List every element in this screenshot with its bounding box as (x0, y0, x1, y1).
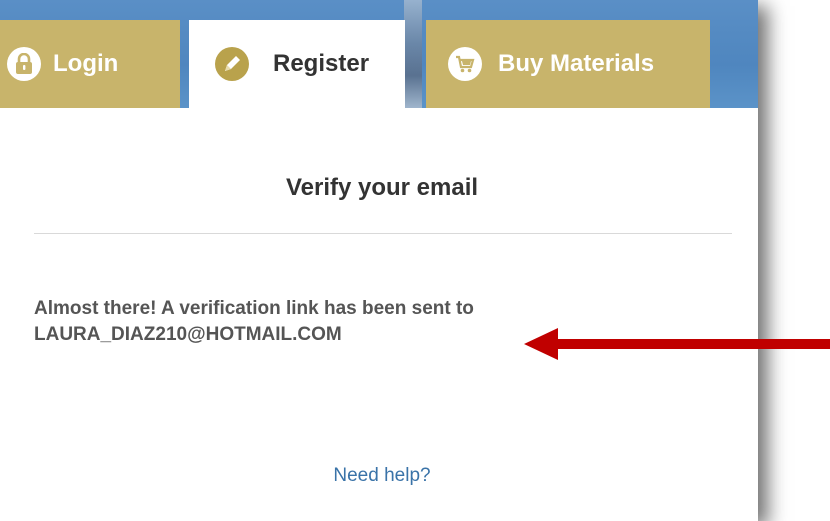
screenshot-stage: Login Register Buy Materials Verify your… (0, 0, 830, 521)
tab-login[interactable]: Login (0, 20, 180, 108)
pencil-icon (215, 47, 249, 81)
verification-email: LAURA_DIAZ210@HOTMAIL.COM (34, 324, 342, 345)
browser-window: Login Register Buy Materials Verify your… (0, 0, 758, 521)
tab-buy-materials-label: Buy Materials (498, 50, 655, 77)
shopping-cart-icon (448, 47, 482, 81)
divider (34, 233, 732, 234)
verification-message: Almost there! A verification link has be… (34, 296, 474, 348)
verification-message-text: Almost there! A verification link has be… (34, 298, 474, 319)
need-help-link[interactable]: Need help? (0, 465, 758, 487)
page-title: Verify your email (285, 174, 479, 201)
lock-icon (7, 47, 41, 81)
tab-register-label: Register (273, 50, 370, 77)
tab-buy-materials[interactable]: Buy Materials (426, 20, 710, 108)
tab-register[interactable]: Register (189, 20, 405, 108)
annotation-arrow-icon (524, 328, 830, 360)
tab-login-label: Login (53, 50, 119, 77)
tab-bar: Login Register Buy Materials (0, 20, 710, 108)
verify-panel: Verify your email Almost there! A verifi… (0, 108, 758, 521)
